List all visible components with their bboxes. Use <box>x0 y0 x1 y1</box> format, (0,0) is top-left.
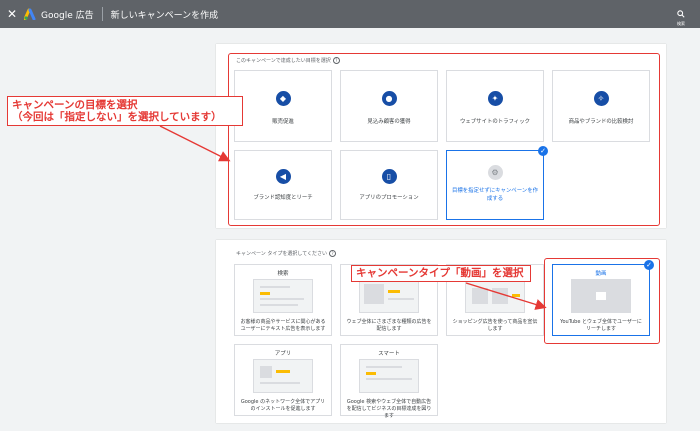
search-label: 検索 <box>677 21 685 26</box>
type-card-preview <box>253 279 313 313</box>
type-card-desc: ウェブ全体にさまざまな種類の広告を配信します <box>346 319 432 332</box>
type-card-desc: お客様の商品やサービスに関心があるユーザーにテキスト広告を表示します <box>240 319 326 332</box>
type-callout: キャンペーンタイプ「動画」を選択 <box>351 265 531 282</box>
type-card-name: アプリ <box>274 351 292 357</box>
brand-name: Google 広告 <box>41 10 94 21</box>
type-card-preview <box>359 359 419 393</box>
search-icon <box>677 10 685 18</box>
topbar-divider <box>101 7 103 21</box>
video-highlight-box <box>544 258 660 344</box>
goal-callout-line1: キャンペーンの目標を選択 <box>12 99 138 111</box>
type-card-preview <box>465 279 525 313</box>
type-card-desc: Google のネットワーク全体でアプリのインストールを促進します <box>240 399 326 412</box>
type-card-desc: Google 検索やウェブ全体で自動広告を配信してビジネスの目標達成を図ります <box>346 399 432 419</box>
type-card-desc: ショッピング広告を使って商品を宣伝します <box>452 319 538 332</box>
type-card-search[interactable]: 検索 お客様の商品やサービスに関心があるユーザーにテキスト広告を表示します <box>234 264 332 336</box>
top-app-bar: ✕ Google 広告 新しいキャンペーンを作成 検索 <box>0 0 700 28</box>
search-button[interactable]: 検索 <box>672 3 690 27</box>
type-card-smart[interactable]: スマート Google 検索やウェブ全体で自動広告を配信してビジネスの目標達成を… <box>340 344 438 419</box>
type-card-preview <box>253 359 313 393</box>
type-card-name: 検索 <box>277 271 289 277</box>
google-ads-logo-icon <box>24 8 36 20</box>
type-card-name: スマート <box>378 351 400 357</box>
goal-callout-line2: （今回は「指定しない」を選択しています） <box>12 111 222 123</box>
type-callout-text: キャンペーンタイプ「動画」を選択 <box>356 267 524 279</box>
goal-callout: キャンペーンの目標を選択 （今回は「指定しない」を選択しています） <box>7 96 243 126</box>
type-card-app[interactable]: アプリ Google のネットワーク全体でアプリのインストールを促進します <box>234 344 332 416</box>
info-icon[interactable]: ? <box>329 250 337 257</box>
goal-highlight-box <box>228 53 660 226</box>
page-title: 新しいキャンペーンを作成 <box>110 10 219 21</box>
type-card-preview <box>359 279 419 313</box>
close-icon[interactable]: ✕ <box>2 7 22 21</box>
type-heading: キャンペーン タイプを選択してください? <box>236 250 337 257</box>
